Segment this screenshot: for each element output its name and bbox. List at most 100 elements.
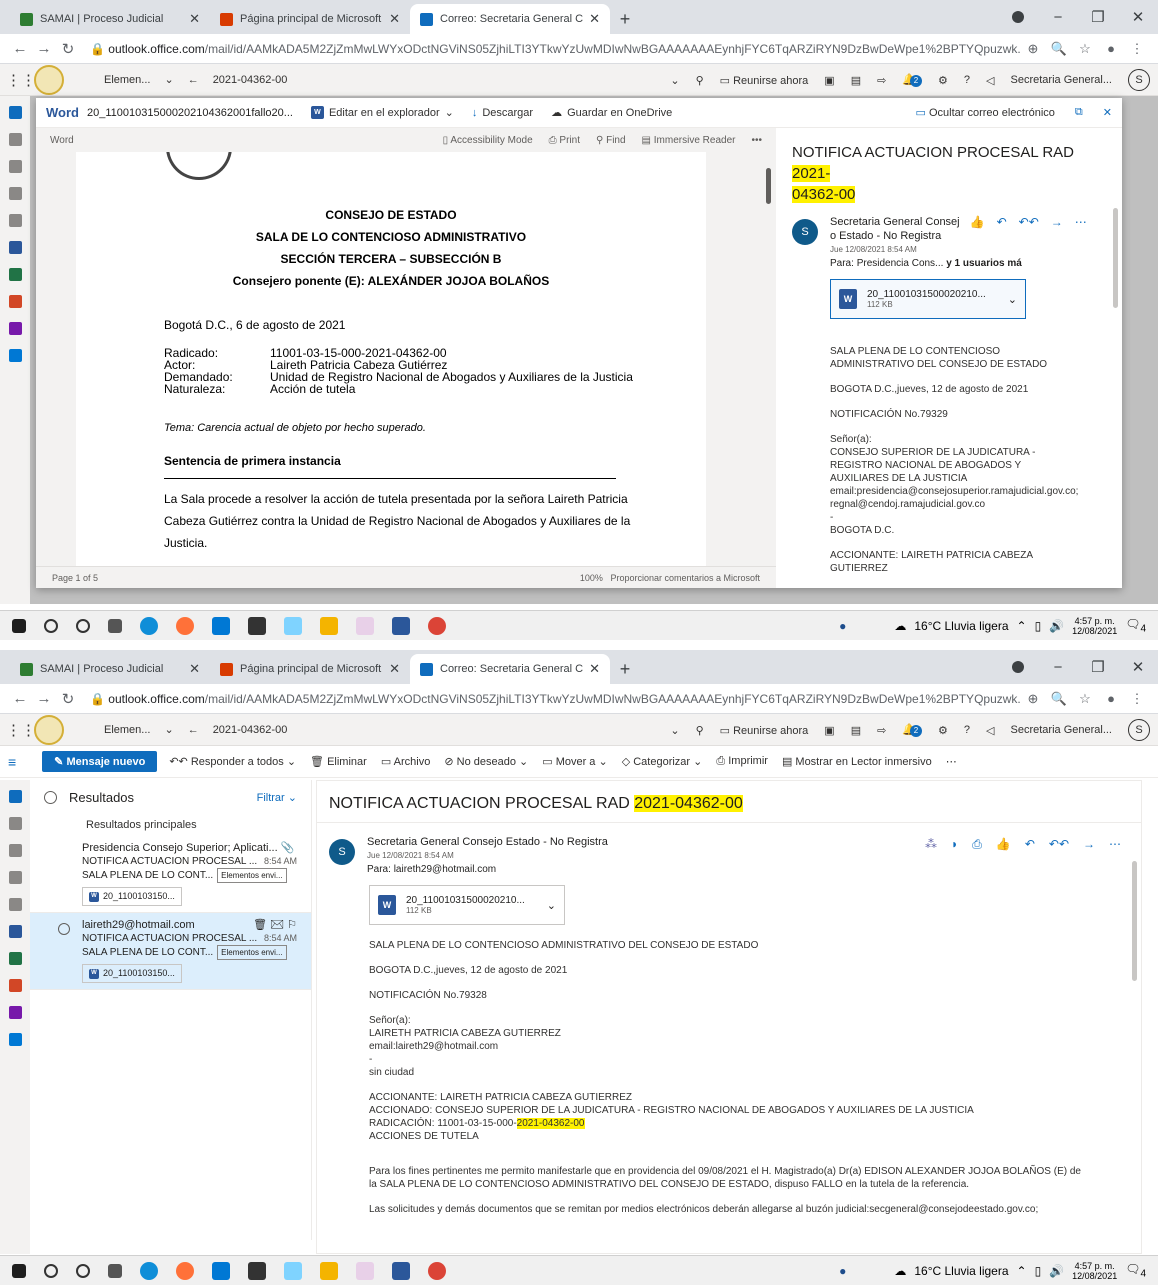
tab-outlook[interactable]: Correo: Secretaria General Conse ✕	[410, 4, 610, 34]
word-icon[interactable]	[8, 241, 22, 254]
mail-app-icon[interactable]	[212, 616, 230, 635]
excel-icon[interactable]	[8, 952, 22, 965]
attachment-chip[interactable]: W 20_1100103150...	[82, 964, 182, 983]
more-icon[interactable]: ⋯	[1075, 215, 1087, 243]
search-input[interactable]: 2021-04362-00	[213, 74, 288, 86]
edge-icon[interactable]	[140, 1261, 158, 1280]
install-icon[interactable]: ⊕	[1020, 41, 1046, 57]
close-window-icon[interactable]: ✕	[1118, 658, 1158, 676]
bell-icon[interactable]: 🔔2	[902, 73, 923, 87]
explorer-icon[interactable]	[320, 616, 338, 635]
url-field[interactable]: 🔒 outlook.office.com/mail/id/AAMkADA5M2Z…	[80, 692, 1020, 706]
new-tab-button[interactable]: +	[610, 4, 640, 34]
close-window-icon[interactable]: ✕	[1118, 8, 1158, 26]
tab-samai[interactable]: SAMAI | Proceso Judicial ✕	[10, 654, 210, 684]
hamburger-icon[interactable]: ≡	[8, 754, 16, 770]
avatar[interactable]: S	[1128, 69, 1150, 91]
gear-icon[interactable]: ⚙	[938, 724, 948, 737]
folder-select[interactable]: Elemen...	[104, 74, 150, 86]
task-view-icon[interactable]	[108, 1263, 122, 1278]
network-icon[interactable]: ▯	[1035, 619, 1042, 633]
gear-icon[interactable]: ⚙	[938, 74, 948, 87]
forward-icon[interactable]: →	[32, 40, 56, 57]
network-icon[interactable]: ▯	[1035, 1264, 1042, 1278]
print-button[interactable]: ⎙ Imprimir	[716, 755, 768, 768]
account-name[interactable]: Secretaria General...	[1011, 74, 1113, 86]
feedback-icon[interactable]: ⇨	[877, 724, 886, 737]
help-icon[interactable]: ?	[964, 74, 970, 86]
download-button[interactable]: ↓ Descargar	[472, 107, 533, 119]
meet-now-button[interactable]: ▭ Reunirse ahora	[720, 724, 809, 737]
feedback-icon[interactable]: ⇨	[877, 74, 886, 87]
volume-icon[interactable]: 🔊	[1049, 1264, 1064, 1278]
firefox-icon[interactable]	[176, 616, 194, 635]
print-button[interactable]: ⎙ Print	[549, 135, 580, 146]
pane-scrollbar[interactable]	[1113, 208, 1118, 308]
weather-text[interactable]: 16°C Lluvia ligera	[914, 619, 1008, 633]
minimize-icon[interactable]: −	[1038, 9, 1078, 26]
archive-button[interactable]: ▭ Archivo	[381, 755, 431, 768]
popout-icon[interactable]: ⧉	[1075, 106, 1083, 119]
to-value[interactable]: Presidencia Cons...	[857, 258, 944, 269]
mail-icon[interactable]	[8, 106, 22, 119]
store-icon[interactable]	[248, 616, 266, 635]
envelope-icon[interactable]: ✉	[270, 919, 284, 931]
move-to-button[interactable]: ▭ Mover a ⌄	[542, 755, 607, 768]
start-icon[interactable]	[12, 618, 26, 633]
chrome-icon[interactable]	[428, 616, 446, 635]
list-item[interactable]: Presidencia Consejo Superior; Aplicati..…	[30, 836, 311, 913]
install-icon[interactable]: ⊕	[1020, 691, 1046, 707]
new-tab-button[interactable]: +	[610, 654, 640, 684]
chevron-down-icon[interactable]: ⌄	[1008, 293, 1017, 306]
profile-icon[interactable]	[1012, 661, 1024, 673]
store-icon[interactable]	[248, 1261, 266, 1280]
chevron-down-icon[interactable]: ⌄	[670, 74, 679, 87]
maximize-icon[interactable]: ❐	[1078, 8, 1118, 26]
sender-name[interactable]: Secretaria General Consejo Estado - No R…	[367, 835, 608, 849]
more-recipients[interactable]: y 1 usuarios má	[946, 258, 1022, 269]
reload-icon[interactable]: ↻	[56, 690, 80, 708]
mail-app-icon[interactable]	[212, 1261, 230, 1280]
teams-icon[interactable]: ▣	[824, 74, 834, 87]
flag-icon[interactable]: ⚐	[287, 919, 297, 931]
meet-now-button[interactable]: ▭ Reunirse ahora	[720, 74, 809, 87]
help-icon[interactable]: ●	[839, 619, 846, 633]
to-value[interactable]: laireth29@hotmail.com	[394, 864, 496, 875]
todo-icon[interactable]	[8, 898, 22, 911]
powerpoint-icon[interactable]	[8, 295, 22, 308]
search-icon[interactable]	[44, 618, 58, 633]
help-icon[interactable]: ?	[964, 724, 970, 736]
forward-icon[interactable]: →	[1083, 837, 1095, 852]
chevron-down-icon[interactable]: ⌄	[670, 724, 679, 737]
help-icon[interactable]: ●	[839, 1264, 846, 1278]
more-icon[interactable]: ⋯	[1109, 837, 1121, 852]
powerpoint-icon[interactable]	[8, 979, 22, 992]
menu-icon[interactable]: ⋮	[1124, 691, 1150, 707]
reply-icon[interactable]: ↶	[1025, 837, 1035, 852]
close-tab-icon[interactable]: ✕	[389, 661, 400, 677]
snipping-icon[interactable]	[356, 616, 374, 635]
notifications-icon[interactable]: 🗨4	[1125, 1262, 1146, 1279]
accessibility-mode-button[interactable]: ▯ Accessibility Mode	[443, 135, 533, 146]
more-icon[interactable]: ⋯	[946, 755, 957, 768]
word-app-icon[interactable]	[392, 1261, 410, 1280]
edit-in-browser-button[interactable]: W Editar en el explorador ⌄	[310, 106, 454, 119]
clock[interactable]: 4:57 p. m. 12/08/2021	[1072, 616, 1117, 636]
list-item[interactable]: laireth29@hotmail.com 🗑 ✉ ⚐ NOTIFICA ACTU…	[30, 913, 311, 990]
url-field[interactable]: 🔒 outlook.office.com/mail/id/AAMkADA5M2Z…	[80, 42, 1020, 56]
feedback-link[interactable]: Proporcionar comentarios a Microsoft	[610, 573, 760, 583]
save-onedrive-button[interactable]: ☁ Guardar en OneDrive	[551, 106, 672, 120]
reload-icon[interactable]: ↻	[56, 40, 80, 58]
forward-icon[interactable]: →	[32, 690, 56, 707]
select-all-checkbox[interactable]	[44, 790, 57, 804]
firefox-icon[interactable]	[176, 1261, 194, 1280]
menu-icon[interactable]: ⋮	[1124, 41, 1150, 57]
app-launcher-icon[interactable]: ⋮⋮⋮	[6, 71, 51, 89]
excel-icon[interactable]	[8, 268, 22, 281]
close-tab-icon[interactable]: ✕	[189, 661, 200, 677]
mail-icon[interactable]	[8, 790, 22, 803]
onenote-icon[interactable]: ▤	[851, 74, 861, 87]
attachment-card[interactable]: W 20_11001031500020210... 112 KB ⌄	[369, 885, 565, 925]
find-button[interactable]: ⚲ Find	[596, 135, 626, 146]
junk-button[interactable]: ⊘ No deseado ⌄	[444, 755, 528, 768]
